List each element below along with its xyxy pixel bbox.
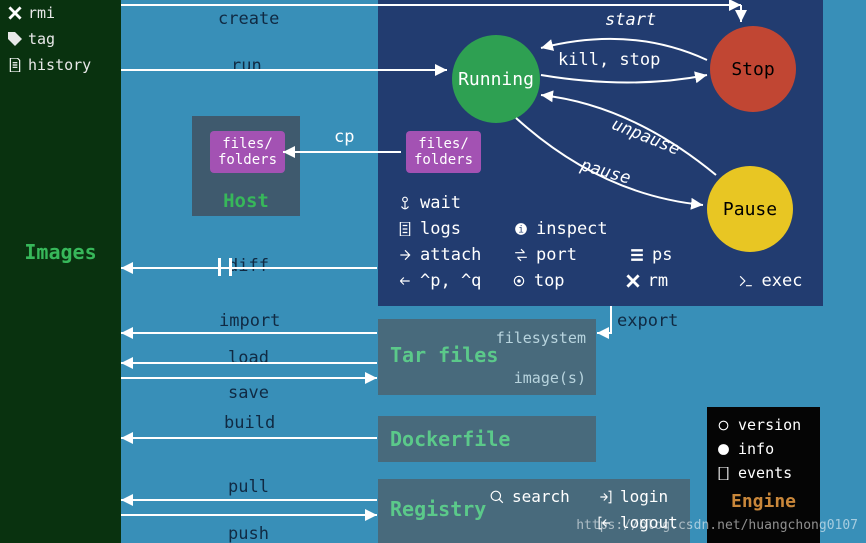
cmd-events[interactable]: events bbox=[707, 461, 820, 485]
edge-push: push bbox=[228, 524, 269, 543]
edge-load: load bbox=[228, 348, 269, 368]
sidebar-label: rmi bbox=[28, 4, 55, 22]
edge-diff: diff bbox=[228, 256, 269, 276]
cmd-label: info bbox=[738, 440, 774, 458]
svg-text:i: i bbox=[518, 225, 524, 236]
host-title: Host bbox=[192, 190, 300, 212]
gear-icon bbox=[717, 419, 730, 432]
sidebar-images: rmi tag history Images bbox=[0, 0, 121, 543]
sidebar-label: tag bbox=[28, 30, 55, 48]
cmd-rm[interactable]: rm bbox=[626, 268, 740, 294]
edge-run: run bbox=[231, 56, 262, 76]
edge-import: import bbox=[219, 311, 280, 331]
transfer-icon bbox=[514, 248, 528, 262]
files-folders-label: files/ folders bbox=[414, 136, 473, 168]
tar-sub-images: image(s) bbox=[514, 369, 586, 387]
edge-pull: pull bbox=[228, 477, 269, 497]
cmd-ps[interactable]: ps bbox=[630, 242, 746, 268]
cmd-label: search bbox=[512, 487, 570, 506]
cmd-logs[interactable]: logs bbox=[398, 216, 514, 242]
edge-create: create bbox=[218, 9, 279, 29]
cmd-label: inspect bbox=[536, 219, 608, 239]
cmd-port[interactable]: port bbox=[514, 242, 630, 268]
cmd-label: version bbox=[738, 416, 801, 434]
cmd-label: logs bbox=[420, 219, 461, 239]
sidebar-item-history[interactable]: history bbox=[0, 52, 121, 78]
cmd-label: port bbox=[536, 245, 577, 265]
cmd-label: rm bbox=[648, 271, 668, 291]
cmd-exec[interactable]: exec bbox=[739, 268, 818, 294]
exit-icon bbox=[398, 274, 412, 288]
sidebar-item-rmi[interactable]: rmi bbox=[0, 0, 121, 26]
registry-box: Registry search login logout bbox=[378, 479, 690, 543]
document-icon bbox=[717, 467, 730, 480]
registry-title: Registry bbox=[390, 497, 486, 521]
cmd-label: exec bbox=[761, 271, 802, 291]
cmd-top[interactable]: top bbox=[512, 268, 626, 294]
cmd-info[interactable]: info bbox=[707, 437, 820, 461]
x-icon bbox=[626, 274, 640, 288]
watermark: https://blog.csdn.net/huangchong0107 bbox=[576, 518, 858, 533]
x-icon bbox=[8, 6, 22, 20]
cmd-label: attach bbox=[420, 245, 481, 265]
cmd-label: ps bbox=[652, 245, 672, 265]
gear-icon bbox=[512, 274, 526, 288]
sidebar-title: Images bbox=[0, 240, 121, 264]
enter-icon bbox=[398, 248, 412, 262]
cmd-search[interactable]: search bbox=[490, 487, 570, 506]
tag-icon bbox=[8, 32, 22, 46]
edge-start: start bbox=[605, 10, 656, 30]
dockerfile-title: Dockerfile bbox=[390, 427, 510, 451]
login-icon bbox=[598, 490, 612, 504]
container-command-grid: wait logs i inspect attach port ps ^p, ^q… bbox=[398, 190, 818, 294]
cmd-detach[interactable]: ^p, ^q bbox=[398, 268, 512, 294]
sidebar-label: history bbox=[28, 56, 91, 74]
cmd-version[interactable]: version bbox=[707, 413, 820, 437]
diagram-root: { "sidebar":{ "items":[ {"label":"rmi"},… bbox=[0, 0, 866, 543]
edge-kill-stop: kill, stop bbox=[558, 50, 660, 70]
files-folders-label: files/ folders bbox=[218, 136, 277, 168]
state-running-label: Running bbox=[458, 69, 534, 90]
files-folders-host: files/ folders bbox=[210, 131, 285, 173]
cmd-label: login bbox=[620, 487, 668, 506]
info-icon: i bbox=[514, 222, 528, 236]
state-stop: Stop bbox=[710, 26, 796, 112]
sidebar-item-tag[interactable]: tag bbox=[0, 26, 121, 52]
dockerfile-box: Dockerfile bbox=[378, 416, 596, 462]
engine-title: Engine bbox=[707, 485, 820, 512]
cmd-wait[interactable]: wait bbox=[398, 190, 514, 216]
cmd-label: events bbox=[738, 464, 792, 482]
edge-save: save bbox=[228, 383, 269, 403]
diff-marker bbox=[218, 258, 232, 276]
anchor-icon bbox=[398, 196, 412, 210]
state-stop-label: Stop bbox=[731, 59, 774, 80]
cmd-label: top bbox=[534, 271, 565, 291]
info-icon bbox=[717, 443, 730, 456]
terminal-icon bbox=[739, 274, 753, 288]
cmd-attach[interactable]: attach bbox=[398, 242, 514, 268]
edge-export: export bbox=[617, 311, 678, 331]
tar-files-box: Tar files filesystem image(s) bbox=[378, 319, 596, 395]
cmd-label: ^p, ^q bbox=[420, 271, 481, 291]
document-icon bbox=[8, 58, 22, 72]
cmd-login[interactable]: login bbox=[598, 487, 668, 506]
tar-sub-filesystem: filesystem bbox=[496, 329, 586, 347]
state-running: Running bbox=[452, 35, 540, 123]
edge-cp: cp bbox=[334, 127, 354, 147]
document-icon bbox=[398, 222, 412, 236]
edge-build: build bbox=[224, 413, 275, 433]
cmd-inspect[interactable]: i inspect bbox=[514, 216, 630, 242]
list-icon bbox=[630, 248, 644, 262]
search-icon bbox=[490, 490, 504, 504]
tar-title: Tar files bbox=[390, 343, 498, 367]
cmd-label: wait bbox=[420, 193, 461, 213]
files-folders-container: files/ folders bbox=[406, 131, 481, 173]
